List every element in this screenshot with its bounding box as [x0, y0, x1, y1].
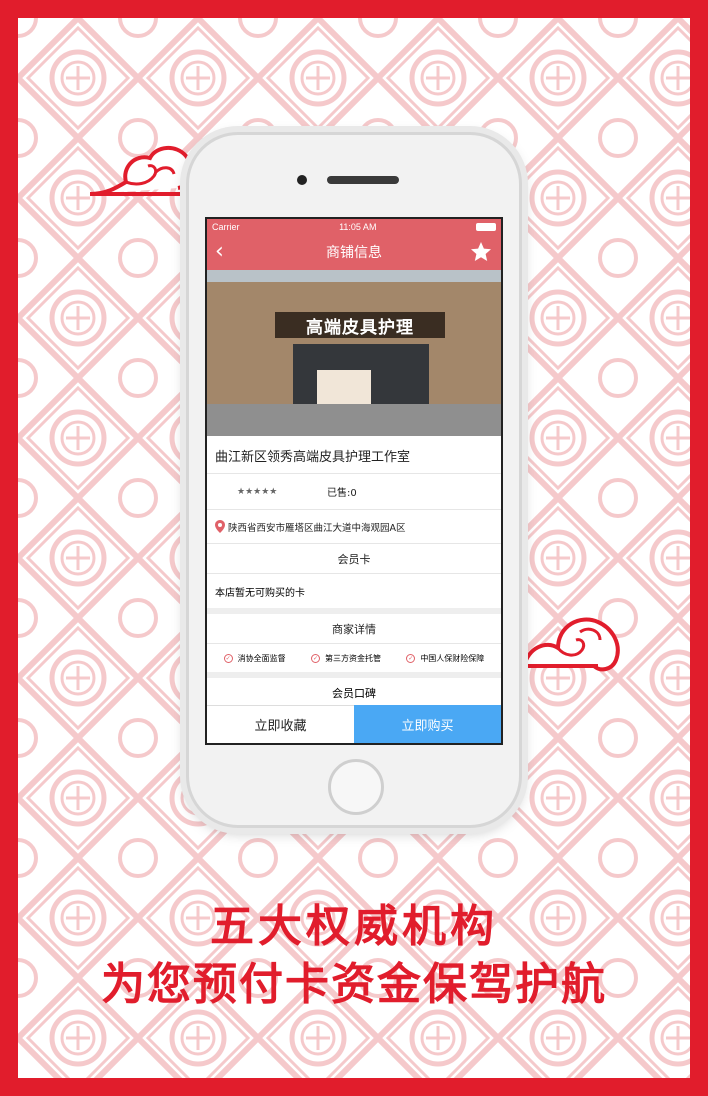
sold-count: 已售:0 — [327, 488, 357, 499]
check-icon: ✓ — [310, 653, 320, 663]
check-icon: ✓ — [223, 653, 233, 663]
headline-line-2: 为您预付卡资金保驾护航 — [101, 959, 607, 1010]
photo-ground — [207, 404, 501, 436]
cloud-ornament-left — [89, 146, 194, 196]
favorite-button[interactable]: 立即收藏 — [207, 705, 354, 743]
shop-name: 曲江新区领秀高端皮具护理工作室 — [207, 436, 501, 474]
home-button[interactable] — [328, 759, 384, 815]
chevron-left-icon[interactable]: ‹ — [215, 241, 239, 263]
rating-row: ★★★★★ 已售:0 — [207, 474, 501, 510]
star-icon[interactable] — [469, 240, 493, 264]
guarantee-label: 消协全面监督 — [237, 653, 286, 663]
photo-notice — [317, 370, 371, 404]
bottom-action-bar: 立即收藏 立即购买 — [207, 705, 501, 743]
page-title: 商铺信息 — [326, 245, 382, 261]
guarantee-list: ✓ 消协全面监督 ✓ 第三方资金托管 ✓ 中国人保财险保障 — [207, 644, 501, 672]
cloud-ornament-right — [522, 617, 620, 672]
phone-speaker — [327, 176, 399, 184]
location-pin-icon — [215, 520, 225, 533]
rating-stars: ★★★★★ — [237, 486, 278, 497]
address-row[interactable]: 陕西省西安市雁塔区曲江大道中海观园A区 — [207, 510, 501, 544]
buy-now-button[interactable]: 立即购买 — [354, 705, 501, 743]
membership-title: 会员卡 — [207, 544, 501, 574]
details-title: 商家详情 — [207, 614, 501, 644]
phone-camera — [297, 175, 307, 185]
nav-bar: ‹ 商铺信息 — [207, 234, 501, 270]
guarantee-label: 中国人保财险保障 — [420, 653, 485, 663]
headline-line-1: 五大权威机构 — [210, 901, 498, 952]
battery-icon — [476, 222, 496, 231]
check-icon: ✓ — [406, 653, 416, 663]
guarantee-item: ✓ 中国人保财险保障 — [406, 653, 484, 664]
guarantee-item: ✓ 第三方资金托管 — [310, 653, 381, 664]
no-card-text: 本店暂无可购买的卡 — [215, 587, 305, 599]
phone-mockup: Carrier 11:05 AM ‹ 商铺信息 高端皮具护理 曲江新区领秀高端皮… — [186, 132, 522, 828]
carrier-label: Carrier — [212, 221, 240, 232]
shop-photo: 高端皮具护理 — [207, 270, 501, 436]
status-bar: Carrier 11:05 AM — [207, 219, 501, 234]
reviews-title: 会员口碑 — [332, 687, 376, 700]
shop-sign: 高端皮具护理 — [275, 312, 445, 338]
phone-screen: Carrier 11:05 AM ‹ 商铺信息 高端皮具护理 曲江新区领秀高端皮… — [205, 217, 503, 745]
guarantee-label: 第三方资金托管 — [324, 653, 381, 663]
time-label: 11:05 AM — [339, 221, 377, 232]
guarantee-item: ✓ 消协全面监督 — [223, 653, 286, 664]
address-text: 陕西省西安市雁塔区曲江大道中海观园A区 — [228, 522, 406, 534]
